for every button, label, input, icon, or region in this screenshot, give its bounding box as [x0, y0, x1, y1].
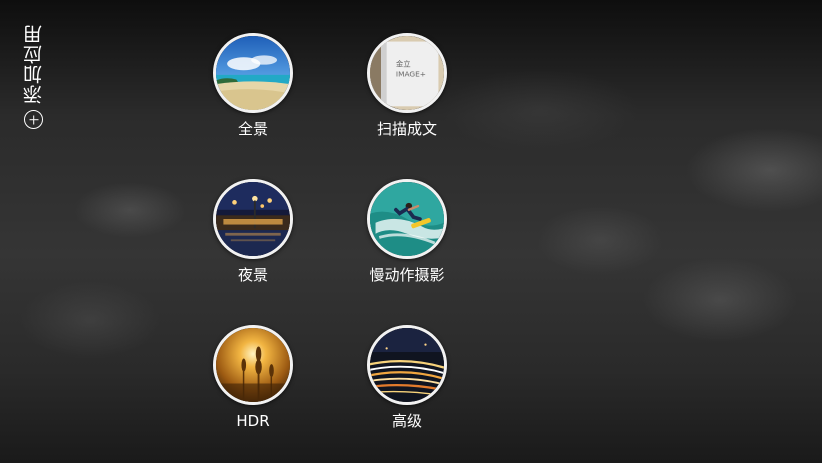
slow-motion-thumbnail — [367, 179, 447, 259]
document-scan-thumbnail: 金立 IMAGE+ — [367, 33, 447, 113]
mode-advanced[interactable]: 高级 — [347, 325, 467, 430]
mode-panorama-label: 全景 — [237, 120, 268, 138]
panorama-thumbnail — [213, 33, 293, 113]
add-app-button[interactable]: 添加应用 — [16, 18, 52, 138]
mode-document-scan-label: 扫描成文 — [376, 120, 437, 138]
mode-hdr-label: HDR — [236, 412, 270, 430]
mode-slow-motion-label: 慢动作摄影 — [369, 266, 445, 284]
plus-circle-icon — [24, 110, 43, 129]
add-app-label: 添加应用 — [23, 24, 45, 104]
camera-mode-screen: 添加应用 全景 金立 IMAGE+ 扫描成文 夜景 慢动作摄影 HDR 高级 — [0, 0, 822, 463]
mode-advanced-label: 高级 — [391, 412, 422, 430]
mode-night-scene-label: 夜景 — [237, 266, 268, 284]
mode-document-scan[interactable]: 金立 IMAGE+ 扫描成文 — [347, 33, 467, 138]
scan-thumb-text-2: IMAGE+ — [396, 70, 426, 79]
mode-night-scene[interactable]: 夜景 — [193, 179, 313, 284]
mode-slow-motion[interactable]: 慢动作摄影 — [347, 179, 467, 284]
mode-panorama[interactable]: 全景 — [193, 33, 313, 138]
advanced-thumbnail — [367, 325, 447, 405]
mode-hdr[interactable]: HDR — [193, 325, 313, 430]
hdr-thumbnail — [213, 325, 293, 405]
scan-thumb-text-1: 金立 — [396, 60, 411, 69]
night-scene-thumbnail — [213, 179, 293, 259]
